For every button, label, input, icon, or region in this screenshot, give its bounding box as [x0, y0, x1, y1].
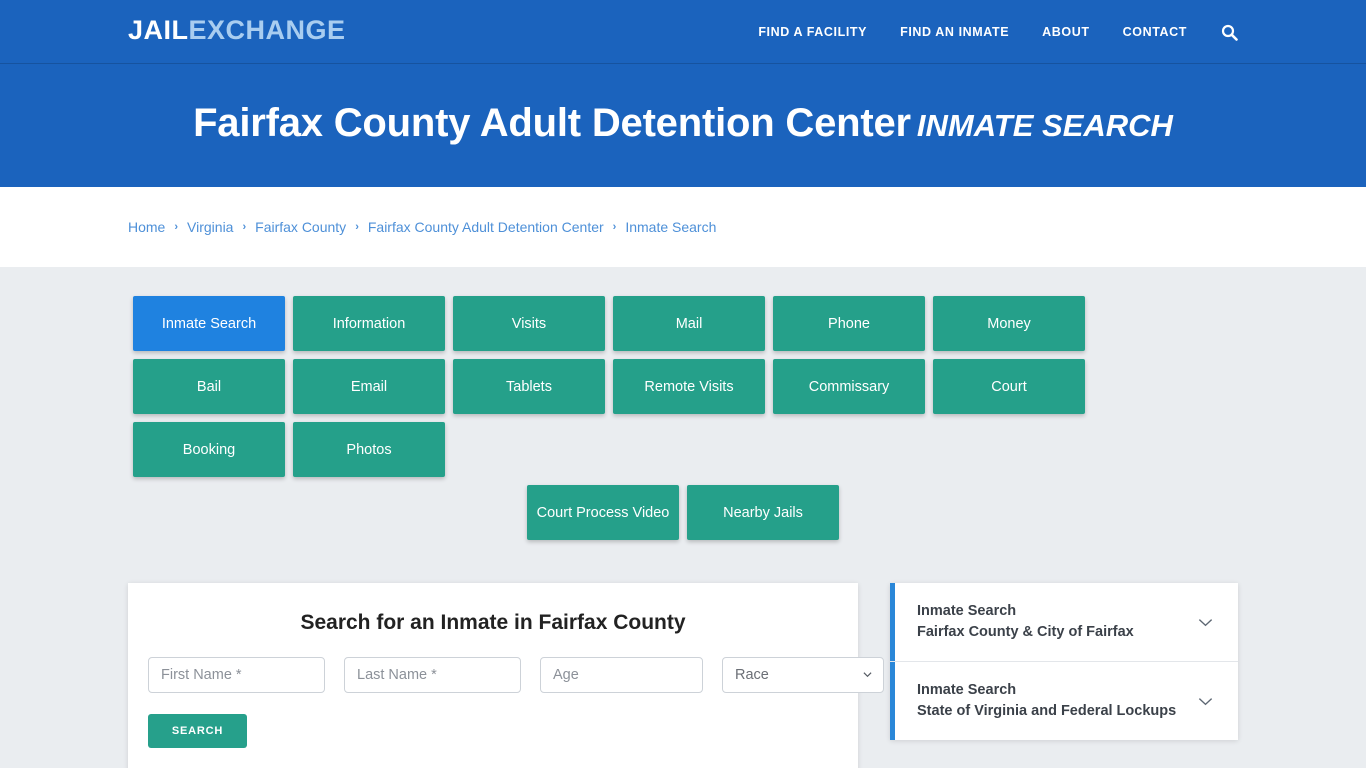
page-content: Inmate Search Information Visits Mail Ph…	[0, 267, 1366, 768]
accordion-item-state[interactable]: Inmate Search State of Virginia and Fede…	[890, 661, 1238, 741]
chevron-down-icon[interactable]	[1197, 614, 1214, 631]
search-button[interactable]: SEARCH	[148, 714, 247, 748]
page-title: Fairfax County Adult Detention Center INM…	[193, 101, 1173, 146]
tab-inmate-search[interactable]: Inmate Search	[133, 296, 285, 351]
breadcrumb-item-fairfax-county[interactable]: Fairfax County	[255, 219, 346, 235]
tab-booking[interactable]: Booking	[133, 422, 285, 477]
accordion-item-state-subtitle: State of Virginia and Federal Lockups	[917, 703, 1177, 720]
tab-bail[interactable]: Bail	[133, 359, 285, 414]
search-card-heading: Search for an Inmate in Fairfax County	[300, 611, 686, 634]
nav-find-a-facility[interactable]: FIND A FACILITY	[758, 25, 867, 39]
page-hero: Fairfax County Adult Detention Center INM…	[0, 64, 1366, 187]
left-column: Search for an Inmate in Fairfax County R…	[128, 583, 884, 768]
breadcrumb-item-home[interactable]: Home	[128, 219, 165, 235]
breadcrumb: Home › Virginia › Fairfax County › Fairf…	[128, 219, 716, 235]
tab-email[interactable]: Email	[293, 359, 445, 414]
logo-part-exchange: EXCHANGE	[188, 15, 346, 45]
site-header: JAILEXCHANGE FIND A FACILITY FIND AN INM…	[0, 0, 1366, 64]
page-title-sub: INMATE SEARCH	[916, 108, 1173, 143]
nav-find-an-inmate[interactable]: FIND AN INMATE	[900, 25, 1009, 39]
main-navigation: FIND A FACILITY FIND AN INMATE ABOUT CON…	[758, 0, 1238, 64]
logo-part-jail: JAIL	[128, 15, 189, 45]
age-input[interactable]	[540, 657, 703, 693]
search-form-row: Race	[148, 657, 884, 693]
lower-section: Search for an Inmate in Fairfax County R…	[128, 583, 1238, 768]
accordion-item-county-title: Inmate Search	[917, 603, 1017, 619]
inmate-search-card: Search for an Inmate in Fairfax County R…	[128, 583, 884, 768]
tab-nearby-jails[interactable]: Nearby Jails	[687, 485, 839, 540]
nav-contact[interactable]: CONTACT	[1123, 25, 1187, 39]
accordion-item-county-subtitle: Fairfax County & City of Fairfax	[917, 624, 1134, 641]
chevron-down-icon[interactable]	[1197, 693, 1214, 710]
tab-visits[interactable]: Visits	[453, 296, 605, 351]
chevron-right-icon: ›	[355, 220, 359, 233]
last-name-input[interactable]	[344, 657, 521, 693]
tab-money[interactable]: Money	[933, 296, 1085, 351]
facility-tabs-last-row: Court Process Video Nearby Jails	[133, 485, 1233, 540]
accordion-item-county[interactable]: Inmate Search Fairfax County & City of F…	[890, 583, 1238, 662]
tab-phone[interactable]: Phone	[773, 296, 925, 351]
tab-court[interactable]: Court	[933, 359, 1085, 414]
race-select-wrapper: Race	[722, 657, 884, 693]
race-select[interactable]: Race	[722, 657, 884, 693]
chevron-right-icon: ›	[612, 220, 617, 233]
breadcrumb-item-facility[interactable]: Fairfax County Adult Detention Center	[368, 219, 604, 235]
tab-court-process-video[interactable]: Court Process Video	[527, 485, 679, 540]
search-icon[interactable]	[1220, 23, 1238, 41]
tab-tablets[interactable]: Tablets	[453, 359, 605, 414]
tab-commissary[interactable]: Commissary	[773, 359, 925, 414]
tab-photos[interactable]: Photos	[293, 422, 445, 477]
page-title-main: Fairfax County Adult Detention Center	[193, 101, 911, 145]
breadcrumb-item-virginia[interactable]: Virginia	[187, 219, 233, 235]
facility-tabs: Inmate Search Information Visits Mail Ph…	[133, 296, 1233, 477]
tab-remote-visits[interactable]: Remote Visits	[613, 359, 765, 414]
nav-about[interactable]: ABOUT	[1042, 25, 1089, 39]
chevron-right-icon: ›	[242, 220, 247, 233]
tab-information[interactable]: Information	[293, 296, 445, 351]
accordion-item-county-text: Inmate Search Fairfax County & City of F…	[917, 601, 1134, 643]
breadcrumb-bar: Home › Virginia › Fairfax County › Fairf…	[0, 187, 1366, 267]
first-name-input[interactable]	[148, 657, 325, 693]
tab-mail[interactable]: Mail	[613, 296, 765, 351]
inmate-search-accordion: Inmate Search Fairfax County & City of F…	[890, 583, 1238, 741]
site-logo[interactable]: JAILEXCHANGE	[128, 17, 346, 44]
chevron-right-icon: ›	[174, 220, 179, 233]
breadcrumb-item-current: Inmate Search	[625, 219, 717, 235]
accordion-item-state-title: Inmate Search	[917, 682, 1017, 699]
accordion-item-state-text: Inmate Search State of Virginia and Fede…	[917, 680, 1176, 722]
